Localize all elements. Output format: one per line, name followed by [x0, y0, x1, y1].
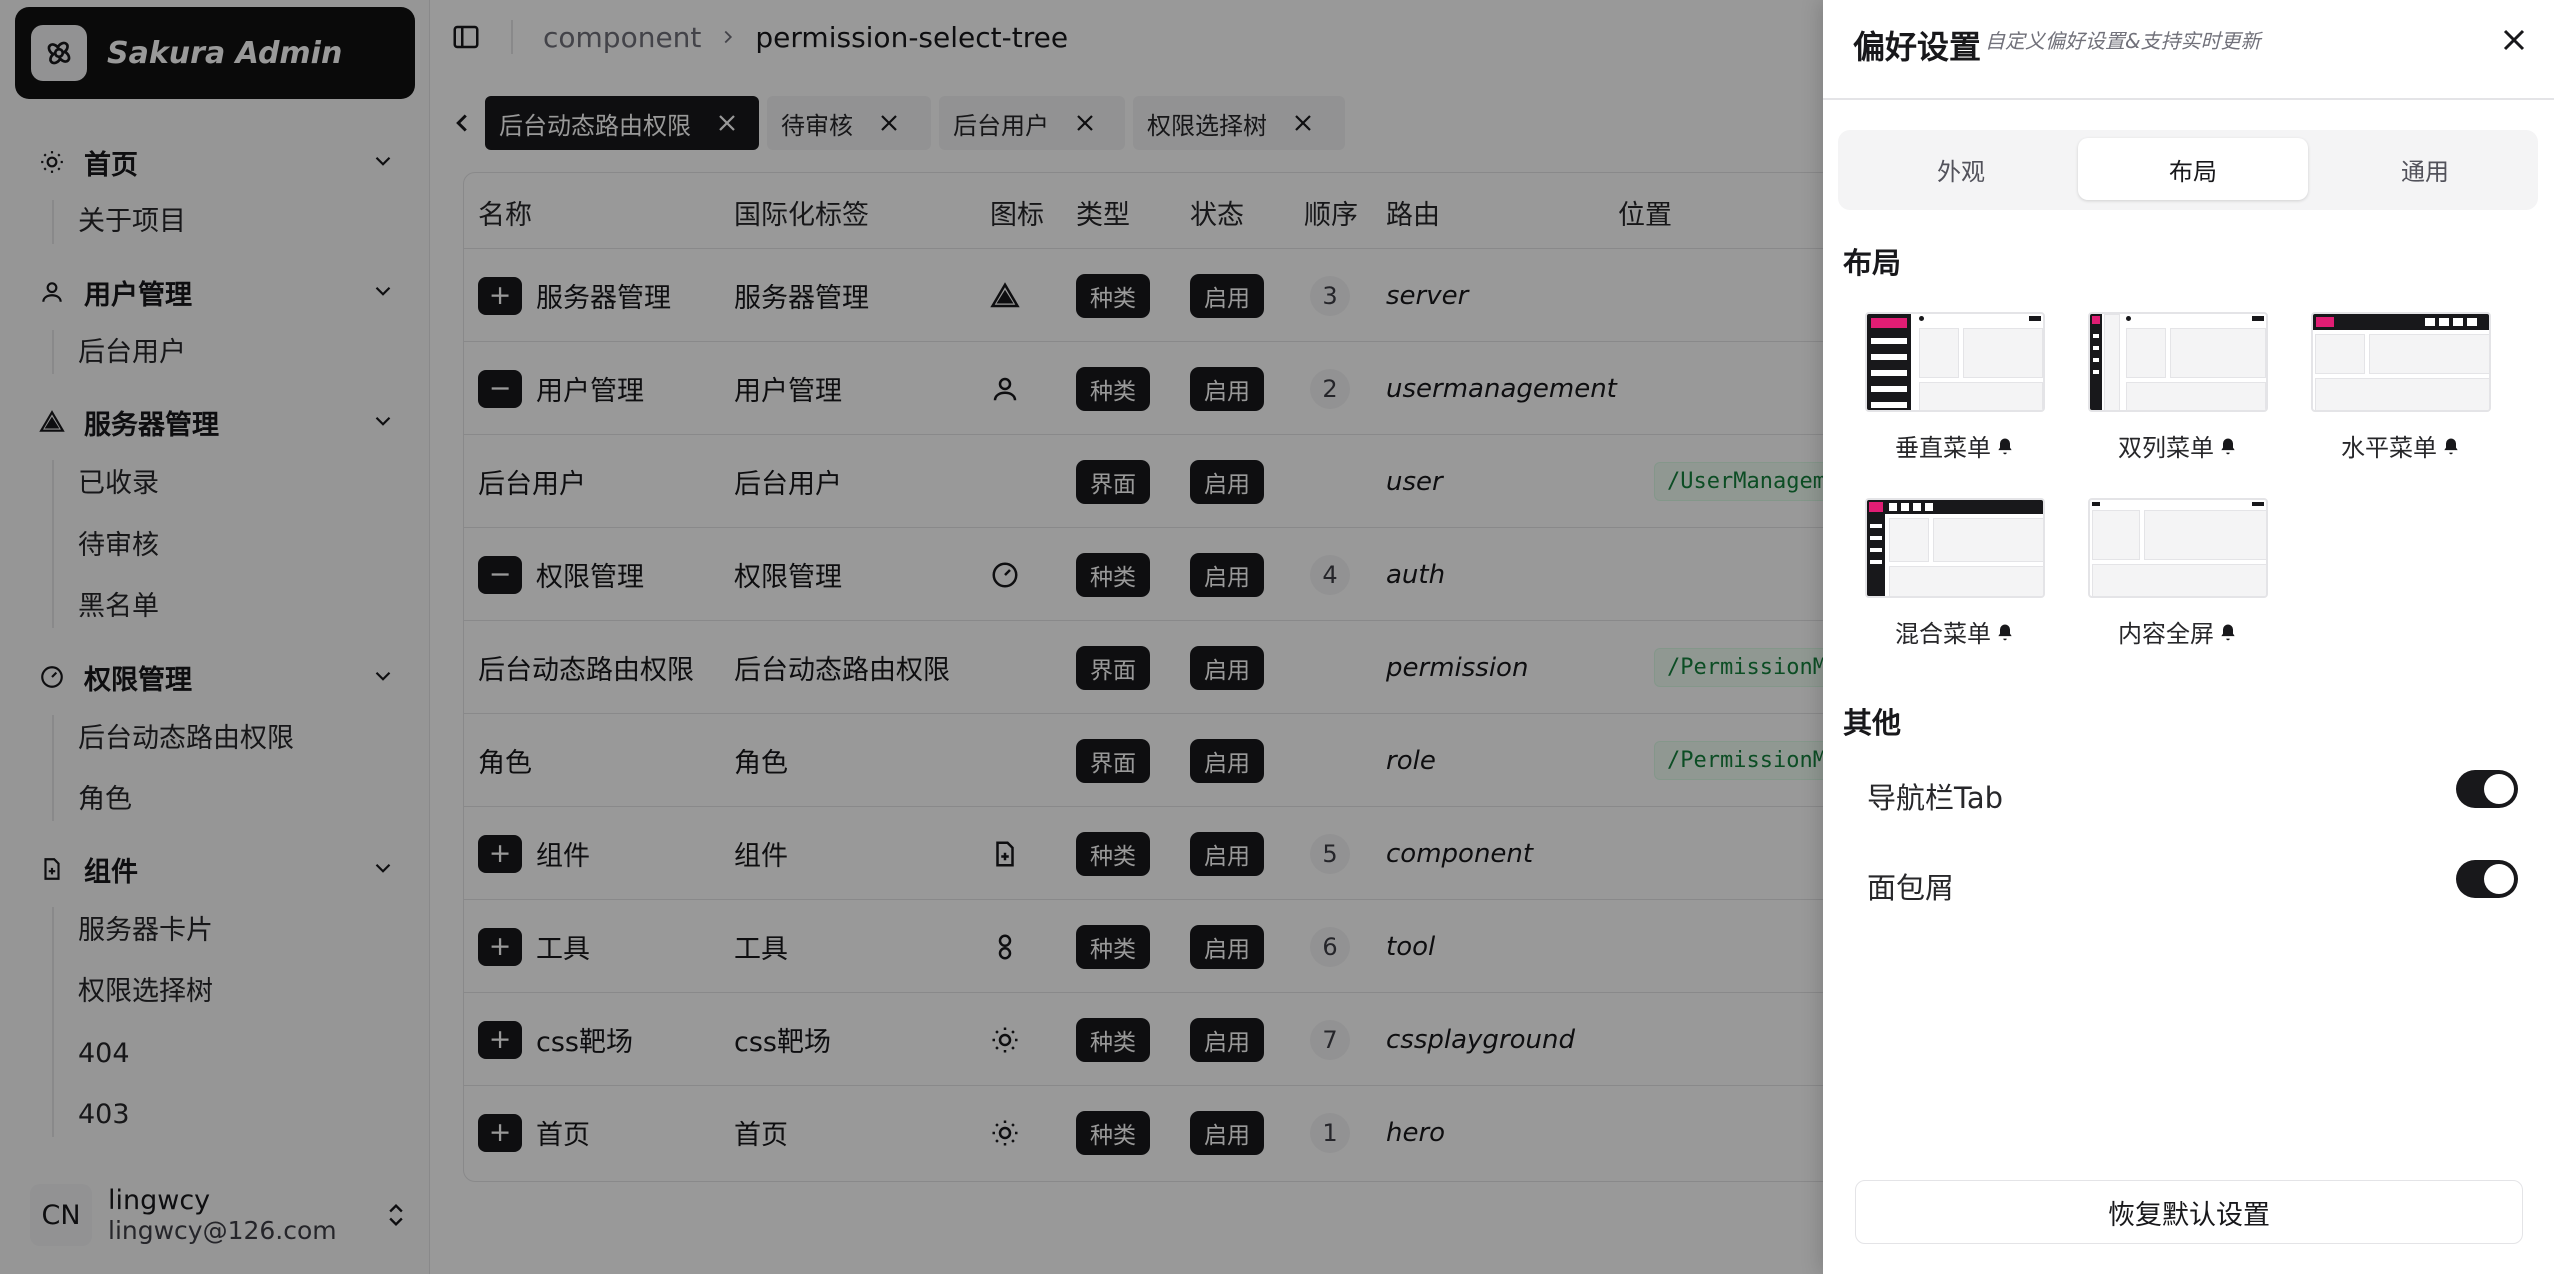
- layout-label: 双列菜单: [2118, 434, 2214, 462]
- section-title-other: 其他: [1843, 706, 1902, 740]
- layout-preview: [1865, 312, 2045, 412]
- breadcrumb-toggle[interactable]: [2456, 860, 2518, 898]
- bell-icon: [1995, 436, 2015, 456]
- layout-label: 混合菜单: [1895, 620, 1991, 648]
- preferences-tabs: 外观 布局 通用: [1838, 130, 2538, 210]
- bell-icon: [2218, 436, 2238, 456]
- nav-tab-toggle[interactable]: [2456, 770, 2518, 808]
- drawer-subtitle: 自定义偏好设置&支持实时更新: [1985, 29, 2261, 53]
- bell-icon: [1995, 622, 2015, 642]
- section-title-layout: 布局: [1843, 246, 1902, 280]
- layout-label: 垂直菜单: [1895, 434, 1991, 462]
- layout-preview: [2311, 312, 2491, 412]
- option-label-nav-tab: 导航栏Tab: [1867, 781, 2004, 815]
- modal-overlay[interactable]: [0, 0, 1823, 1274]
- layout-option-full-content[interactable]: 内容全屏: [2088, 498, 2268, 649]
- bell-icon: [2441, 436, 2461, 456]
- layout-preview: [2088, 312, 2268, 412]
- layout-option-double-column[interactable]: 双列菜单: [2088, 312, 2268, 463]
- layout-preview: [2088, 498, 2268, 598]
- preferences-drawer: 偏好设置 自定义偏好设置&支持实时更新 外观 布局 通用 布局 垂直菜单 双列菜…: [1823, 0, 2554, 1274]
- layout-option-mixed[interactable]: 混合菜单: [1865, 498, 2045, 649]
- tab-layout[interactable]: 布局: [2078, 138, 2308, 200]
- option-label-breadcrumb: 面包屑: [1867, 871, 1955, 905]
- layout-label: 内容全屏: [2118, 620, 2214, 648]
- drawer-header: 偏好设置 自定义偏好设置&支持实时更新: [1823, 0, 2554, 100]
- toggle-knob: [2484, 864, 2514, 894]
- toggle-knob: [2484, 774, 2514, 804]
- drawer-title: 偏好设置: [1853, 28, 1982, 66]
- close-icon[interactable]: [2496, 22, 2532, 58]
- bell-icon: [2218, 622, 2238, 642]
- layout-option-vertical[interactable]: 垂直菜单: [1865, 312, 2045, 463]
- layout-option-horizontal[interactable]: 水平菜单: [2311, 312, 2491, 463]
- tab-appearance[interactable]: 外观: [1846, 138, 2076, 200]
- tab-general[interactable]: 通用: [2310, 138, 2540, 200]
- reset-defaults-button[interactable]: 恢复默认设置: [1855, 1180, 2523, 1244]
- layout-label: 水平菜单: [2341, 434, 2437, 462]
- layout-preview: [1865, 498, 2045, 598]
